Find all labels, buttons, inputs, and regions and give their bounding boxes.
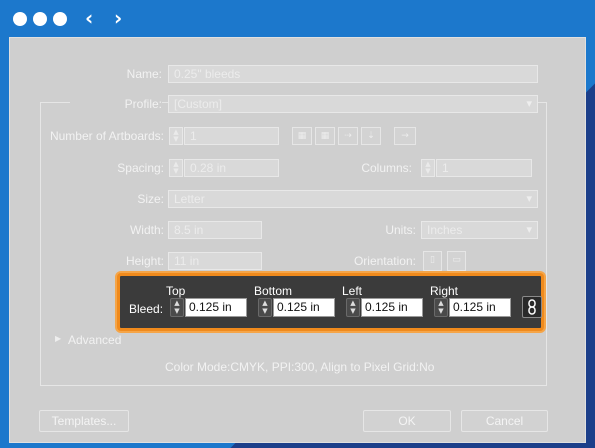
window-titlebar: ‹ › xyxy=(0,0,595,36)
bleed-left-field[interactable]: 0.125 in xyxy=(361,298,423,317)
window-minimize-dot[interactable] xyxy=(33,12,47,26)
cancel-button[interactable]: Cancel xyxy=(461,410,548,432)
layout-direction-icon[interactable]: → xyxy=(394,127,416,145)
columns-label: Columns: xyxy=(361,161,412,175)
landscape-orientation-icon[interactable]: ▭ xyxy=(447,251,466,271)
spacing-field[interactable]: 0.28 in xyxy=(184,159,279,177)
units-label: Units: xyxy=(385,223,416,237)
number-of-artboards-label: Number of Artboards: xyxy=(49,129,164,143)
artboards-stepper[interactable]: ▲ ▼ xyxy=(169,127,183,145)
window-maximize-dot[interactable] xyxy=(53,12,67,26)
bleed-bottom-stepper[interactable]: ▲ ▼ xyxy=(258,298,272,317)
document-summary: Color Mode:CMYK, PPI:300, Align to Pixel… xyxy=(165,360,435,374)
bleed-top-stepper[interactable]: ▲ ▼ xyxy=(170,298,184,317)
bleed-right-label: Right xyxy=(430,284,459,298)
bleed-left-stepper[interactable]: ▲ ▼ xyxy=(346,298,360,317)
bleed-label: Bleed: xyxy=(129,302,164,316)
bleed-top-label: Top xyxy=(166,284,186,298)
bleed-bottom-field[interactable]: 0.125 in xyxy=(273,298,335,317)
height-field[interactable]: 11 in xyxy=(168,252,262,270)
size-select[interactable]: Letter xyxy=(168,190,538,208)
advanced-disclosure-icon[interactable]: ▶ xyxy=(55,334,61,343)
name-label: Name: xyxy=(126,67,162,81)
spacing-label: Spacing: xyxy=(117,161,164,175)
number-of-artboards-field[interactable]: 1 xyxy=(184,127,279,145)
templates-button[interactable]: Templates... xyxy=(39,410,129,432)
width-field[interactable]: 8.5 in xyxy=(168,221,262,239)
bleed-left-label: Left xyxy=(342,284,363,298)
grid-by-column-icon[interactable]: ▦ xyxy=(315,127,335,145)
height-label: Height: xyxy=(125,254,164,268)
back-chevron-icon[interactable]: ‹ xyxy=(85,6,93,30)
advanced-toggle[interactable]: Advanced xyxy=(68,333,121,347)
bleed-right-stepper[interactable]: ▲ ▼ xyxy=(434,298,448,317)
new-document-dialog: Name: 0.25" bleeds Profile: [Custom] Num… xyxy=(9,37,586,443)
columns-field[interactable]: 1 xyxy=(436,159,532,177)
chain-link-icon[interactable] xyxy=(522,296,542,318)
arrange-by-column-icon[interactable]: ⇣ xyxy=(361,127,381,145)
size-label: Size: xyxy=(137,192,164,206)
bleed-right-field[interactable]: 0.125 in xyxy=(449,298,511,317)
orientation-label: Orientation: xyxy=(353,254,416,268)
ok-button[interactable]: OK xyxy=(363,410,451,432)
window-close-dot[interactable] xyxy=(13,12,27,26)
units-select[interactable]: Inches xyxy=(421,221,538,239)
spacing-stepper[interactable]: ▲ ▼ xyxy=(169,159,183,177)
width-label: Width: xyxy=(129,223,164,237)
arrange-by-row-icon[interactable]: ⇢ xyxy=(338,127,358,145)
forward-chevron-icon[interactable]: › xyxy=(114,6,122,30)
bleed-top-field[interactable]: 0.125 in xyxy=(185,298,247,317)
bleed-bottom-label: Bottom xyxy=(254,284,293,298)
portrait-orientation-icon[interactable]: ▯ xyxy=(423,251,442,271)
name-field[interactable]: 0.25" bleeds xyxy=(168,65,538,83)
bleed-panel: Top Bottom Left Right Bleed: ▲ ▼ 0.125 in… xyxy=(117,273,544,331)
columns-stepper[interactable]: ▲ ▼ xyxy=(421,159,435,177)
grid-by-row-icon[interactable]: ▦ xyxy=(292,127,312,145)
profile-select[interactable]: [Custom] xyxy=(168,95,538,113)
profile-label: Profile: xyxy=(70,96,162,112)
